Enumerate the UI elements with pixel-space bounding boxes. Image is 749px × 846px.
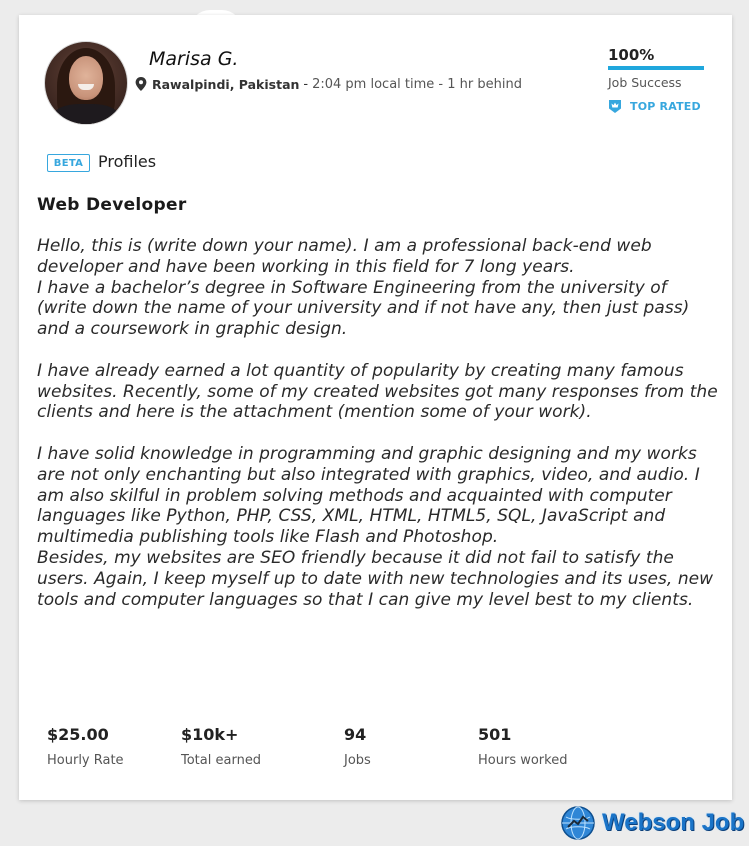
stat-value: $10k+ <box>181 725 239 744</box>
globe-icon <box>561 806 595 840</box>
top-rated-badge-icon <box>609 100 621 113</box>
freelancer-profile-card: Marisa G. Rawalpindi, Pakistan - 2:04 pm… <box>19 15 732 800</box>
location-city: Rawalpindi, Pakistan <box>152 76 300 92</box>
top-rated-label: TOP RATED <box>630 100 701 113</box>
watermark-text: Webson Job <box>602 809 745 836</box>
avatar[interactable] <box>44 41 128 125</box>
stat-label: Hours worked <box>478 753 568 768</box>
job-description: Hello, this is (write down your name). I… <box>37 236 718 610</box>
avatar-shirt <box>53 104 119 124</box>
job-success-percent: 100% <box>608 46 655 64</box>
top-rated-badge[interactable]: TOP RATED <box>608 99 701 114</box>
stat-value: $25.00 <box>47 725 109 744</box>
stat-hours-worked: 501 Hours worked <box>478 725 567 768</box>
job-success-bar-fill <box>608 66 704 70</box>
stat-label: Jobs <box>344 753 371 768</box>
stat-hourly-rate: $25.00 Hourly Rate <box>47 725 124 768</box>
avatar-face <box>69 56 103 100</box>
freelancer-name: Marisa G. <box>149 48 239 70</box>
job-success-label: Job Success <box>608 75 682 90</box>
stat-label: Total earned <box>181 753 262 768</box>
watermark-logo: Webson Job <box>560 805 744 841</box>
profiles-title[interactable]: Profiles <box>98 152 156 171</box>
stat-value: 94 <box>344 725 367 744</box>
stat-label: Hourly Rate <box>47 753 124 768</box>
local-time: 2:04 pm local time - 1 hr behind <box>312 76 522 92</box>
job-success-bar <box>608 66 704 70</box>
stat-value: 501 <box>478 725 512 744</box>
job-title: Web Developer <box>37 195 187 215</box>
stat-total-earned: $10k+ Total earned <box>181 725 261 768</box>
map-pin-icon <box>135 77 147 91</box>
stat-jobs: 94 Jobs <box>344 725 371 768</box>
location-separator: - <box>303 76 309 92</box>
location-row: Rawalpindi, Pakistan - 2:04 pm local tim… <box>135 75 522 93</box>
beta-badge: BETA <box>47 154 90 172</box>
